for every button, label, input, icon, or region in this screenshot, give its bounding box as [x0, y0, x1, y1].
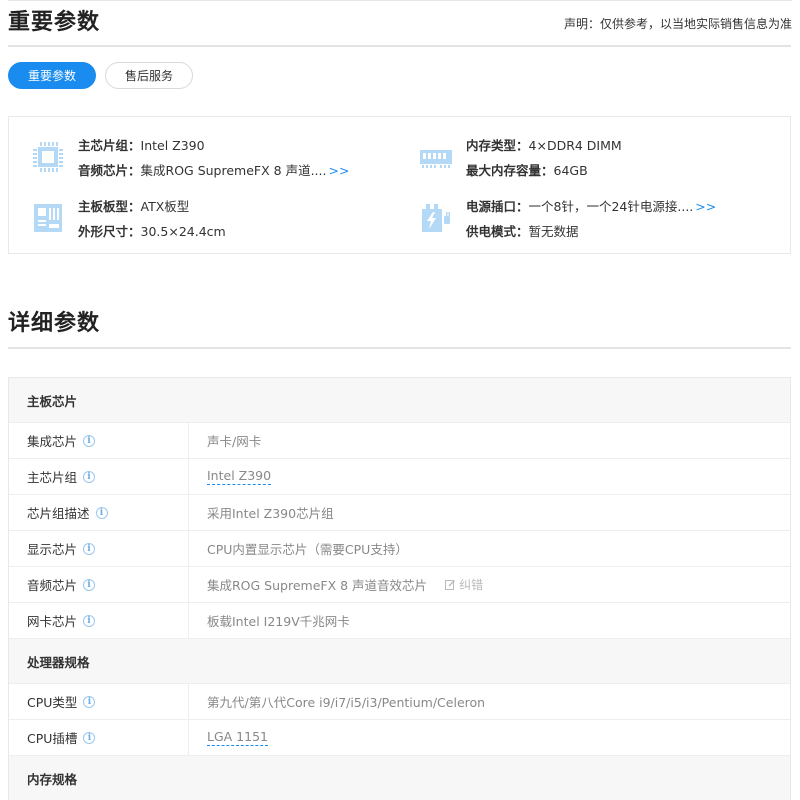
memtype-value: 4×DDR4 DIMM [528, 138, 622, 153]
tab-bar: 重要参数 售后服务 [8, 62, 193, 89]
disclaimer: 声明：仅供参考，以当地实际销售信息为准 [563, 17, 792, 31]
power-more-link[interactable]: >> [695, 199, 716, 214]
info-icon[interactable]: i [95, 506, 108, 519]
row-name: CPU类型 [27, 695, 78, 710]
group-memory-spec: 内存规格 [9, 756, 790, 800]
memmax-key: 最大内存容量： [466, 163, 554, 178]
row-name: 芯片组描述 [27, 506, 90, 521]
table-row: 音频芯片 i 集成ROG SupremeFX 8 声道音效芯片 纠错 [9, 567, 790, 603]
edit-icon [445, 580, 456, 590]
row-value-link[interactable]: Intel Z390 [207, 468, 272, 485]
table-row: 网卡芯片 i 板载Intel I219V千兆网卡 [9, 603, 790, 639]
info-icon[interactable]: i [83, 434, 96, 447]
info-icon[interactable]: i [83, 614, 96, 627]
size-key: 外形尺寸： [78, 224, 141, 239]
info-icon[interactable]: i [83, 731, 96, 744]
audio-value: 集成ROG SupremeFX 8 声道.... [140, 163, 327, 178]
page-title: 重要参数 [8, 10, 101, 35]
row-name: 网卡芯片 [27, 614, 78, 629]
row-value: 板载Intel I219V千兆网卡 [207, 614, 350, 629]
row-value: 采用Intel Z390芯片组 [207, 506, 334, 521]
summary-panel: 主芯片组：Intel Z390 音频芯片：集成ROG SupremeFX 8 声… [8, 116, 791, 254]
summary-board: 主板板型：ATX板型 外形尺寸：30.5×24.4cm [31, 196, 226, 240]
group-mainboard-chip: 主板芯片 [9, 378, 790, 423]
summary-memory: 内存类型：4×DDR4 DIMM 最大内存容量：64GB [419, 135, 622, 179]
row-name: 显示芯片 [27, 542, 78, 557]
table-row: 集成芯片 i 声卡/网卡 [9, 423, 790, 459]
supply-value: 暂无数据 [528, 224, 579, 239]
important-params-header: 重要参数 声明：仅供参考，以当地实际销售信息为准 [8, 4, 792, 36]
row-value: 集成ROG SupremeFX 8 声道音效芯片 [207, 578, 428, 593]
spec-table: 主板芯片 集成芯片 i 声卡/网卡 主芯片组 i Intel Z390 芯片组描述 i… [8, 377, 791, 800]
row-name: 主芯片组 [27, 470, 78, 485]
detail-params-header: 详细参数 [8, 305, 792, 337]
size-value: 30.5×24.4cm [140, 224, 226, 239]
info-icon[interactable]: i [83, 578, 96, 591]
motherboard-icon [31, 201, 65, 235]
detail-divider [8, 347, 791, 349]
info-icon[interactable]: i [83, 695, 96, 708]
chipset-value: Intel Z390 [140, 138, 205, 153]
chipset-key: 主芯片组： [78, 138, 141, 153]
chip-icon [31, 140, 65, 174]
detail-title: 详细参数 [8, 311, 101, 336]
table-row: CPU插槽 i LGA 1151 [9, 720, 790, 756]
row-value: CPU内置显示芯片（需要CPU支持） [207, 542, 408, 557]
top-border [8, 0, 792, 1]
power-icon [419, 201, 453, 235]
report-error-button[interactable]: 纠错 [445, 576, 483, 593]
table-row: CPU类型 i 第九代/第八代Core i9/i7/i5/i3/Pentium/C… [9, 684, 790, 720]
row-value: 声卡/网卡 [207, 434, 262, 449]
row-name: 集成芯片 [27, 434, 78, 449]
row-name: CPU插槽 [27, 731, 78, 746]
audio-key: 音频芯片： [78, 163, 141, 178]
tab-after-sales[interactable]: 售后服务 [105, 62, 193, 89]
summary-power: 电源插口：一个8针，一个24针电源接.... >> 供电模式：暂无数据 [419, 196, 716, 240]
audio-more-link[interactable]: >> [328, 163, 349, 178]
row-value: 第九代/第八代Core i9/i7/i5/i3/Pentium/Celeron [207, 695, 486, 710]
tab-important-params[interactable]: 重要参数 [8, 62, 96, 89]
info-icon[interactable]: i [83, 542, 96, 555]
table-row: 显示芯片 i CPU内置显示芯片（需要CPU支持） [9, 531, 790, 567]
report-error-label: 纠错 [459, 578, 484, 592]
memmax-value: 64GB [553, 163, 588, 178]
row-name: 音频芯片 [27, 578, 78, 593]
header-divider [8, 45, 791, 47]
memtype-key: 内存类型： [466, 138, 529, 153]
row-value-link[interactable]: LGA 1151 [207, 729, 268, 746]
memory-icon [419, 140, 453, 174]
board-value: ATX板型 [140, 199, 190, 214]
group-cpu-spec: 处理器规格 [9, 639, 790, 684]
summary-chipset: 主芯片组：Intel Z390 音频芯片：集成ROG SupremeFX 8 声… [31, 135, 349, 179]
table-row: 芯片组描述 i 采用Intel Z390芯片组 [9, 495, 790, 531]
power-value: 一个8针，一个24针电源接.... [528, 199, 694, 214]
info-icon[interactable]: i [83, 470, 96, 483]
power-key: 电源插口： [466, 199, 529, 214]
table-row: 主芯片组 i Intel Z390 [9, 459, 790, 495]
supply-key: 供电模式： [466, 224, 529, 239]
board-key: 主板板型： [78, 199, 141, 214]
